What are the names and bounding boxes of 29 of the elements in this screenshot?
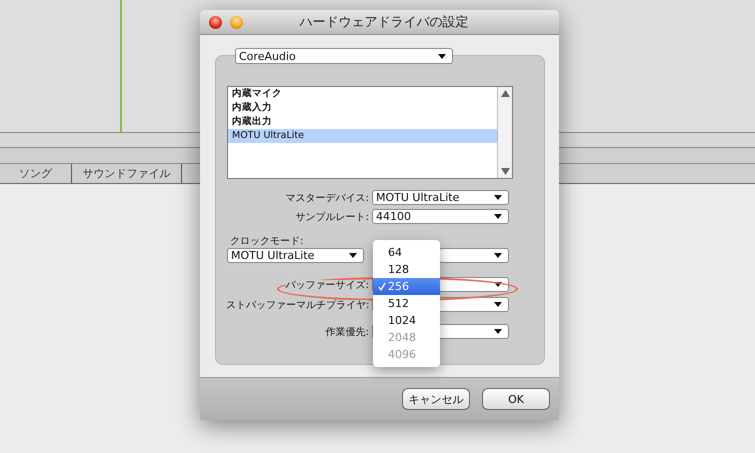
field-label: バッファーサイズ: [286, 280, 369, 290]
driver-dropdown[interactable]: CoreAudio [235, 48, 453, 64]
dropdown[interactable]: 44100 [372, 209, 509, 224]
dialog-button[interactable]: キャンセル [402, 388, 470, 410]
close-button[interactable] [209, 16, 222, 28]
tab[interactable]: ソング [0, 164, 72, 183]
device-item[interactable]: 内蔵マイク [228, 87, 497, 101]
check-icon [378, 282, 386, 291]
scroll-up-icon[interactable] [500, 90, 510, 97]
menu-item[interactable]: 256 [373, 278, 440, 295]
tab[interactable]: サウンドファイル [72, 164, 182, 183]
device-item[interactable]: 内蔵出力 [228, 115, 497, 129]
field-label: クロックモード: [229, 235, 304, 248]
scroll-down-icon[interactable] [500, 168, 510, 175]
field-label: マスターデバイス: [286, 192, 369, 204]
dropdown[interactable]: MOTU UltraLite [227, 248, 364, 263]
device-item[interactable]: MOTU UltraLite [228, 129, 497, 143]
field-label: サンプルレート: [296, 212, 369, 222]
field-label: 作業優先: [326, 326, 369, 338]
dialog-button[interactable]: OK [482, 388, 550, 410]
menu-item[interactable]: 1024 [373, 312, 440, 329]
dropdown[interactable]: MOTU UltraLite [372, 190, 509, 205]
menu-item[interactable]: 64 [373, 244, 440, 261]
menu-item[interactable]: 512 [373, 295, 440, 312]
menu-item[interactable]: 128 [373, 261, 440, 278]
device-item[interactable]: 内蔵入力 [228, 101, 497, 115]
field-label: ストバッファーマルチプライヤ: [226, 300, 370, 310]
scrollbar[interactable] [497, 87, 512, 178]
window-title: ハードウェアドライバの設定 [298, 14, 470, 31]
